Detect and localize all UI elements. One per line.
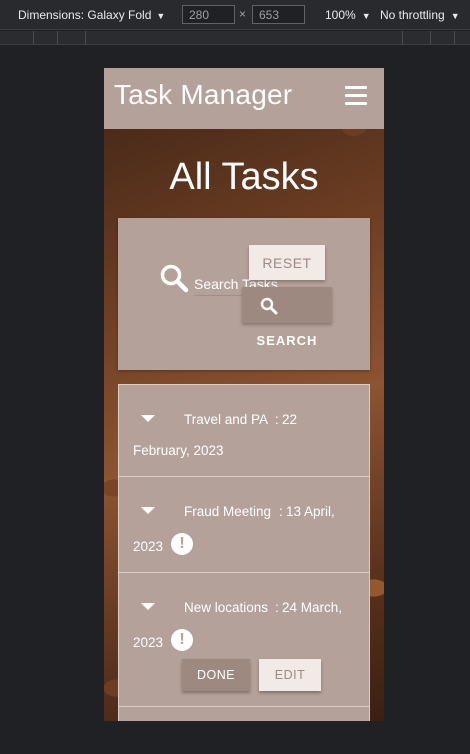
task-date: 2023	[133, 539, 164, 554]
device-dimensions-dropdown[interactable]: Dimensions: Galaxy Fold ▼	[18, 8, 165, 22]
chevron-down-icon: ▼	[156, 11, 166, 21]
zoom-label: 100%	[325, 8, 356, 22]
devtools-toolbar: Dimensions: Galaxy Fold ▼ 280 × 653 100% ▼…	[0, 0, 470, 30]
task-separator: :	[279, 504, 283, 519]
device-viewport: Task Manager All Tasks RESET SEARCH Trav…	[104, 68, 384, 721]
list-item[interactable]: New locations : 24 March, 2023 ! DONE ED…	[119, 573, 369, 707]
task-name: New locations	[184, 600, 269, 615]
urgent-alert-icon: !	[171, 629, 193, 651]
search-button-label[interactable]: SEARCH	[242, 333, 332, 348]
task-list: Travel and PA : 22 February, 2023 Fraud …	[118, 384, 370, 721]
viewport-width-input[interactable]: 280	[182, 5, 235, 24]
task-date: 13 April,	[286, 504, 335, 519]
throttling-label: No throttling	[380, 8, 445, 22]
done-button[interactable]: DONE	[182, 659, 250, 691]
page-title: All Tasks	[169, 156, 319, 198]
chevron-down-icon: ▼	[361, 11, 371, 21]
viewport-height-input[interactable]: 653	[252, 5, 305, 24]
reset-button[interactable]: RESET	[249, 245, 325, 280]
urgent-alert-icon: !	[171, 533, 193, 555]
edit-button[interactable]: EDIT	[259, 659, 321, 691]
task-separator: :	[275, 412, 279, 427]
search-panel: RESET SEARCH	[118, 218, 370, 370]
caret-down-icon[interactable]	[141, 603, 155, 610]
caret-down-icon[interactable]	[141, 507, 155, 514]
times-icon: ×	[239, 7, 247, 21]
list-item[interactable]: Travel and PA : 22 February, 2023	[119, 385, 369, 477]
task-date: 22	[282, 412, 298, 427]
search-icon	[159, 263, 189, 298]
navbar: Task Manager	[104, 68, 384, 129]
search-icon	[260, 297, 278, 315]
throttling-dropdown[interactable]: No throttling ▼	[380, 8, 460, 22]
hamburger-menu-icon[interactable]	[345, 86, 367, 106]
task-name: Travel and PA	[184, 412, 269, 427]
task-name: Fraud Meeting	[184, 504, 272, 519]
caret-down-icon[interactable]	[141, 415, 155, 422]
chevron-down-icon: ▼	[450, 11, 460, 21]
task-date: 24 March,	[282, 600, 343, 615]
task-date: 2023	[133, 635, 164, 650]
task-date: February, 2023	[133, 443, 224, 458]
zoom-dropdown[interactable]: 100% ▼	[325, 8, 371, 22]
device-dimensions-label: Dimensions: Galaxy Fold	[18, 8, 152, 22]
task-separator: :	[275, 600, 279, 615]
brand-logo[interactable]: Task Manager	[114, 79, 292, 111]
list-item[interactable]: Fraud Meeting : 13 April, 2023 !	[119, 477, 369, 573]
search-button[interactable]	[242, 287, 332, 323]
media-query-ruler[interactable]	[0, 31, 470, 45]
